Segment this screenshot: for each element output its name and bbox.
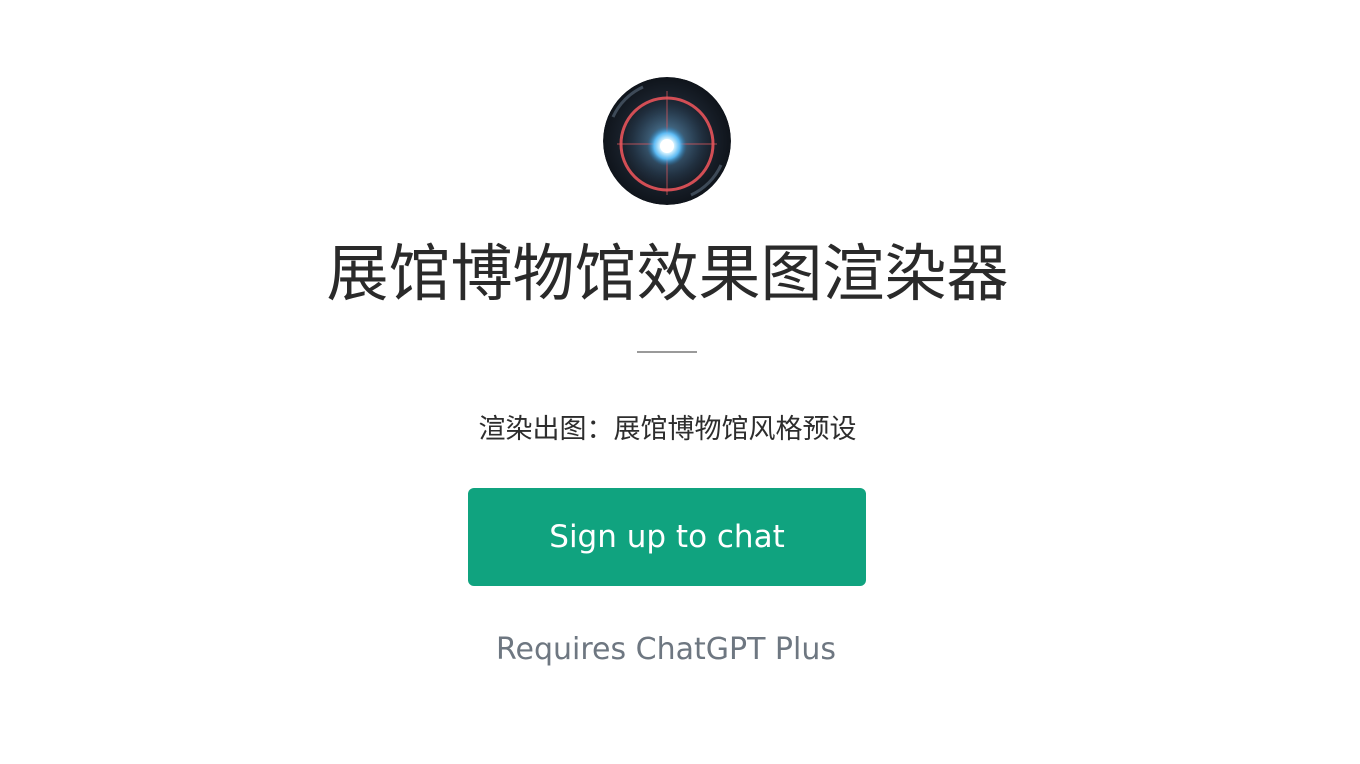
title-divider bbox=[637, 351, 697, 353]
gpt-title: 展馆博物馆效果图渲染器 bbox=[326, 237, 1009, 310]
glowing-orb-target-icon bbox=[603, 77, 731, 205]
gpt-description: 渲染出图：展馆博物馆风格预设 bbox=[478, 414, 857, 445]
sign-up-button[interactable]: Sign up to chat bbox=[468, 488, 866, 586]
requires-plus-note: Requires ChatGPT Plus bbox=[495, 632, 837, 667]
gpt-landing-page: 展馆博物馆效果图渲染器 渲染出图：展馆博物馆风格预设 Sign up to ch… bbox=[0, 0, 1360, 764]
gpt-avatar bbox=[603, 77, 731, 205]
